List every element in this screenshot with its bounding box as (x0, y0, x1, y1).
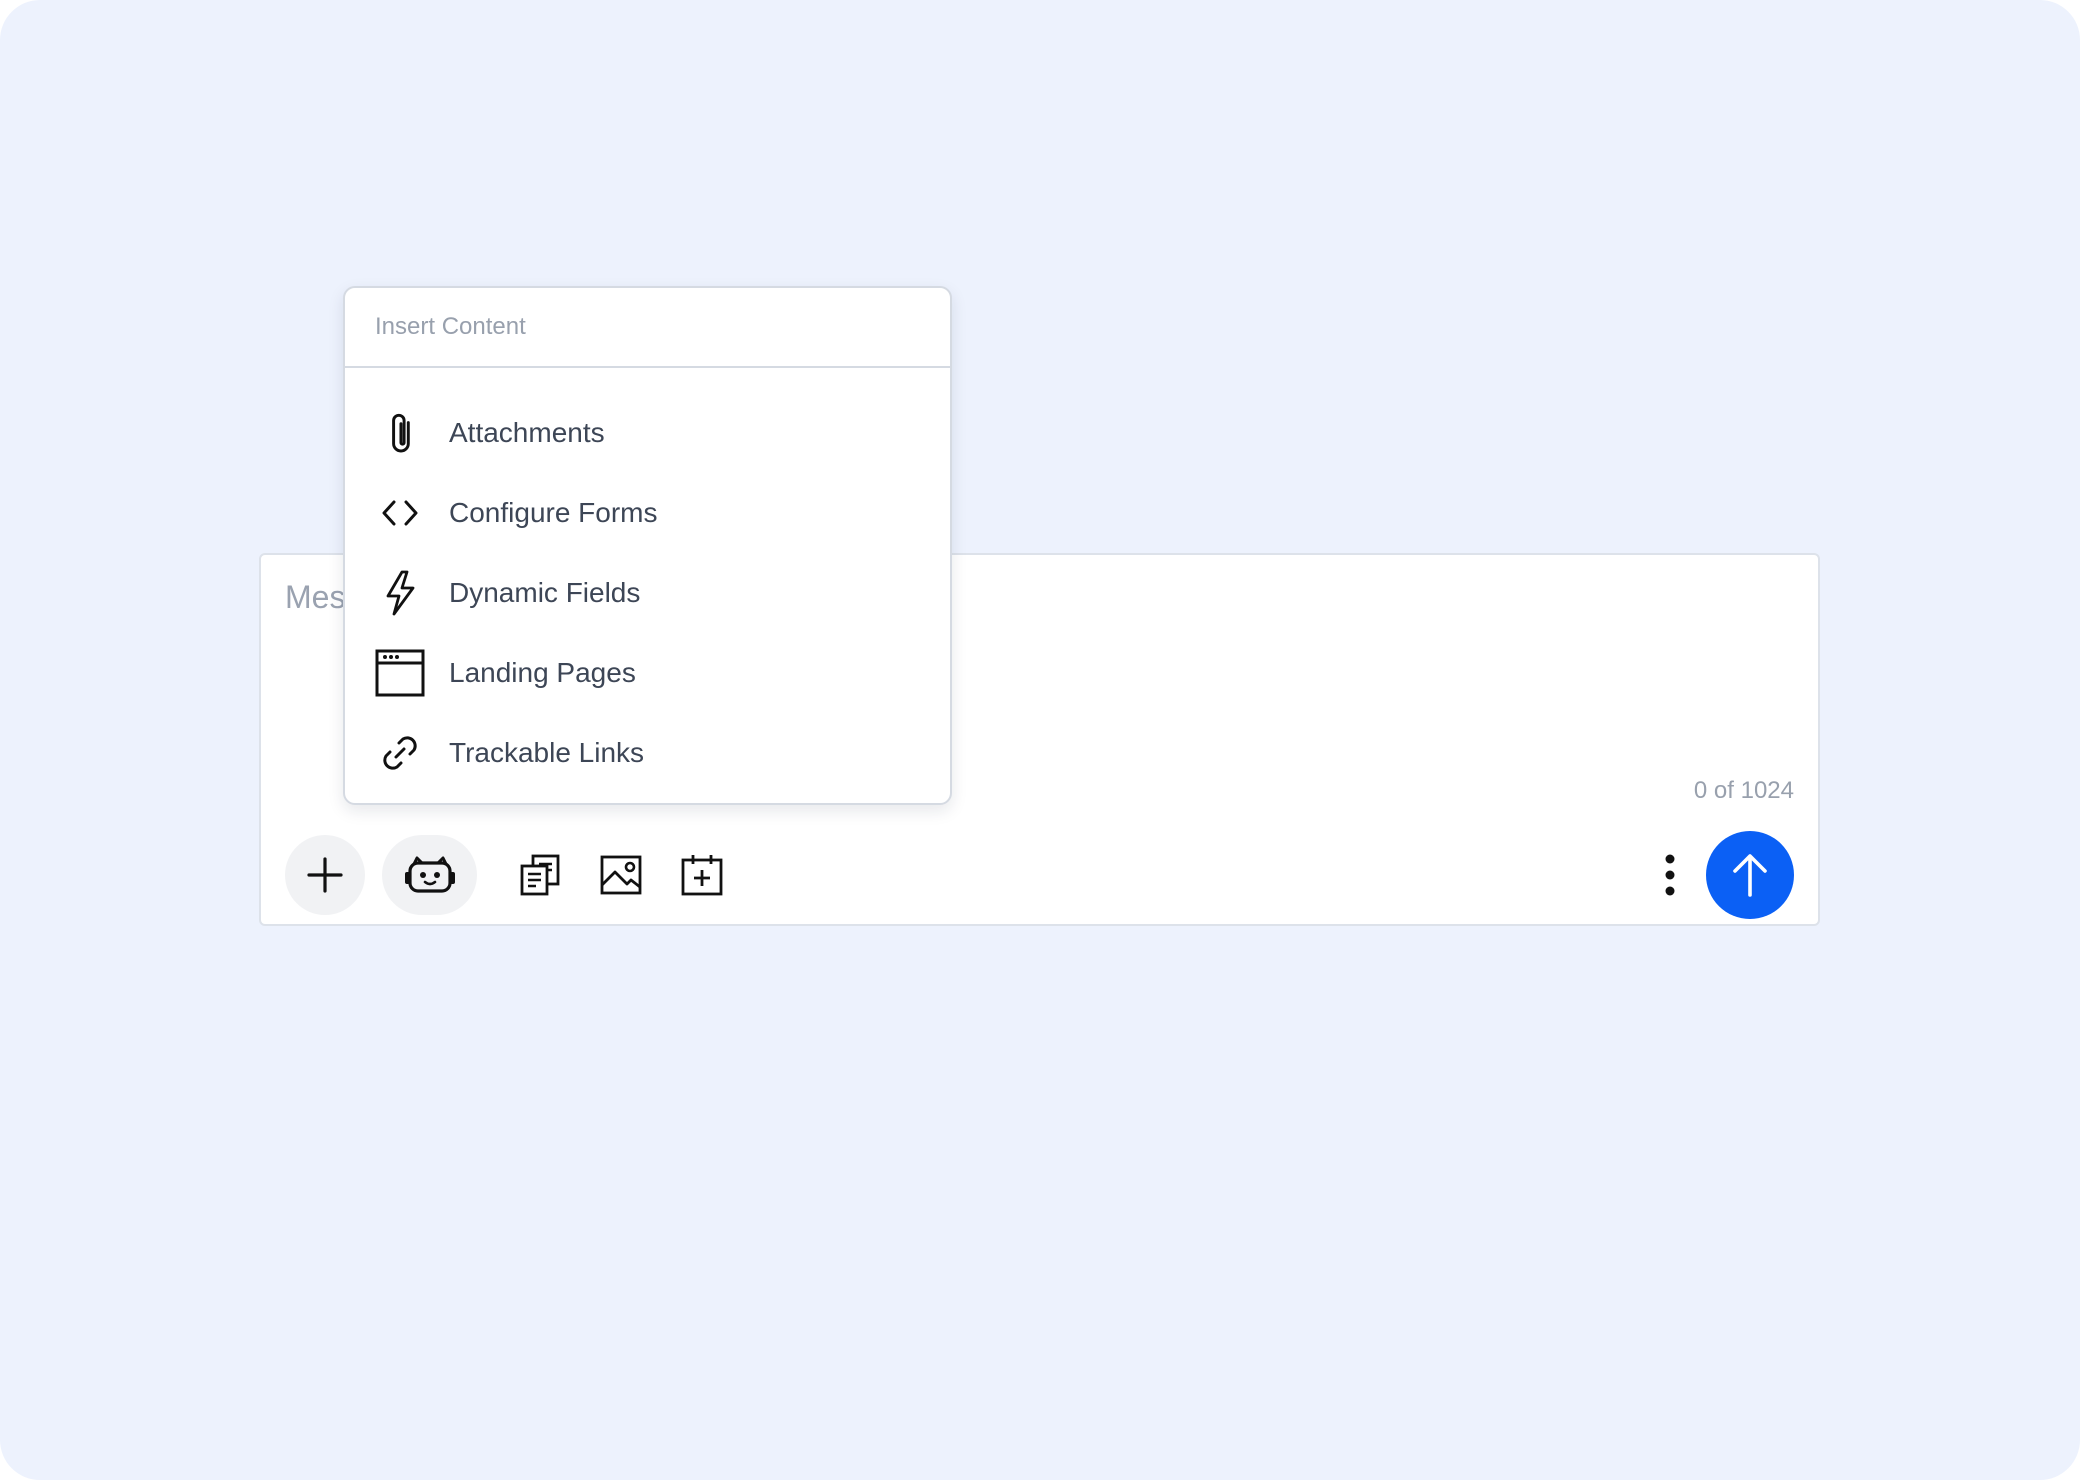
paperclip-icon (375, 408, 425, 458)
menu-header: Insert Content (345, 288, 950, 368)
templates-icon (518, 853, 562, 897)
send-button[interactable] (1706, 831, 1794, 919)
more-options-button[interactable] (1658, 851, 1682, 899)
code-brackets-icon (375, 488, 425, 538)
menu-item-trackable-links[interactable]: Trackable Links (345, 713, 950, 793)
menu-item-attachments[interactable]: Attachments (345, 393, 950, 473)
more-vertical-icon (1664, 853, 1676, 897)
insert-content-button[interactable] (285, 835, 365, 915)
menu-item-label: Landing Pages (449, 657, 636, 688)
app-canvas: 0 of 1024 (0, 0, 2080, 1480)
lightning-icon (375, 568, 425, 618)
schedule-button[interactable] (678, 851, 726, 899)
browser-window-icon (375, 648, 425, 698)
image-icon (599, 853, 643, 897)
menu-item-label: Attachments (449, 417, 605, 448)
menu-item-label: Dynamic Fields (449, 577, 641, 608)
menu-item-landing-pages[interactable]: Landing Pages (345, 633, 950, 713)
link-icon (375, 728, 425, 778)
character-counter: 0 of 1024 (1693, 777, 1794, 804)
ai-assistant-button[interactable] (382, 835, 477, 915)
menu-item-configure-forms[interactable]: Configure Forms (345, 473, 950, 553)
templates-button[interactable] (516, 851, 564, 899)
menu-item-dynamic-fields[interactable]: Dynamic Fields (345, 553, 950, 633)
bot-icon (404, 855, 456, 895)
plus-icon (305, 855, 345, 895)
insert-image-button[interactable] (597, 851, 645, 899)
arrow-up-icon (1730, 851, 1770, 899)
menu-item-label: Configure Forms (449, 497, 658, 528)
insert-content-menu: Insert Content Attachments Configure For… (343, 286, 952, 805)
menu-item-label: Trackable Links (449, 737, 645, 768)
menu-list: Attachments Configure Forms Dynamic Fiel… (345, 393, 950, 793)
calendar-add-icon (680, 853, 724, 897)
composer-toolbar (261, 825, 1818, 919)
